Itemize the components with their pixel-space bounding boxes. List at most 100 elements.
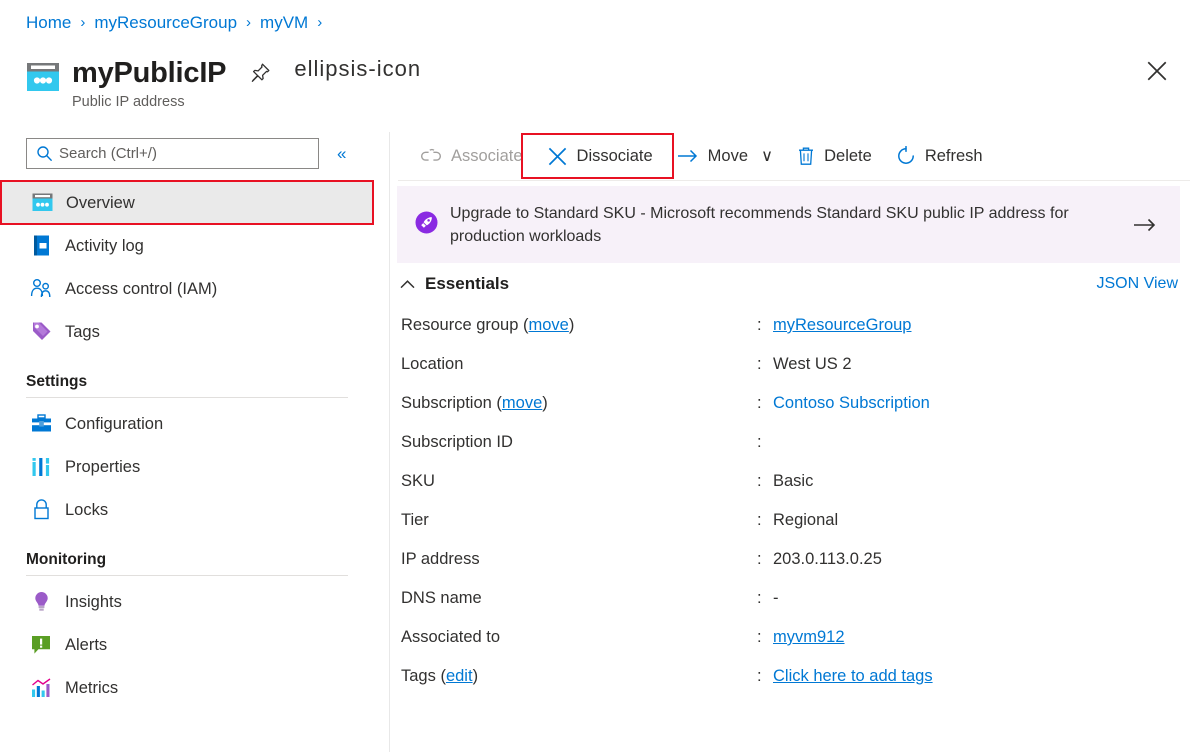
label-text: Subscription — [401, 394, 492, 412]
essentials-value: - — [773, 589, 779, 607]
sidebar-group-divider — [26, 397, 348, 398]
essentials-row: Associated to : myvm912 — [401, 626, 1181, 665]
essentials-colon: : — [757, 667, 762, 685]
sidebar-item-locks[interactable]: Locks — [0, 488, 390, 531]
essentials-value: 203.0.113.0.25 — [773, 550, 882, 568]
sidebar-item-label: Locks — [65, 500, 109, 519]
page-subtitle: Public IP address — [72, 94, 185, 110]
lock-icon — [30, 499, 52, 521]
sidebar-item-label: Activity log — [65, 236, 144, 255]
x-icon — [547, 146, 568, 167]
sidebar-item-tags[interactable]: Tags — [0, 310, 390, 353]
sidebar-item-configuration[interactable]: Configuration — [0, 402, 390, 445]
activity-log-icon — [30, 235, 52, 257]
resource-group-link[interactable]: myResourceGroup — [773, 316, 911, 334]
search-icon — [37, 146, 52, 161]
overview-icon — [31, 192, 53, 214]
dissociate-button[interactable]: Dissociate — [535, 139, 665, 173]
essentials-toggle[interactable]: Essentials — [400, 274, 509, 294]
sidebar-item-label: Access control (IAM) — [65, 279, 218, 298]
essentials-colon: : — [757, 355, 762, 373]
breadcrumb-item-resource-group[interactable]: myResourceGroup — [94, 12, 237, 34]
sidebar-item-access-control[interactable]: Access control (IAM) — [0, 267, 390, 310]
collapse-sidebar-icon[interactable]: « — [337, 145, 346, 162]
essentials-colon: : — [757, 394, 762, 412]
essentials-title: Essentials — [425, 274, 510, 293]
json-view-link[interactable]: JSON View — [1096, 275, 1180, 293]
chevron-down-icon[interactable]: ∨ — [761, 146, 773, 166]
essentials-colon: : — [757, 628, 762, 646]
ellipsis-icon[interactable]: ellipsis-icon — [294, 58, 421, 84]
search-box[interactable] — [26, 138, 319, 169]
essentials-value: Basic — [773, 472, 814, 490]
trash-icon — [797, 146, 815, 166]
link-icon — [420, 148, 442, 164]
rocket-icon — [415, 211, 438, 239]
essentials-colon: : — [757, 316, 762, 334]
essentials-value: Click here to add tags — [773, 665, 933, 687]
essentials-label: Tags (edit) — [401, 667, 479, 685]
refresh-icon — [896, 146, 916, 166]
refresh-button[interactable]: Refresh — [884, 139, 995, 173]
essentials-row: Location : West US 2 — [401, 353, 1181, 392]
sidebar-group-monitoring-label: Monitoring — [26, 551, 107, 568]
delete-button[interactable]: Delete — [785, 139, 884, 173]
dissociate-label: Dissociate — [576, 146, 653, 165]
breadcrumb-item-home[interactable]: Home — [26, 12, 71, 34]
banner-arrow-icon[interactable] — [1132, 216, 1158, 234]
sidebar-item-properties[interactable]: Properties — [0, 445, 390, 488]
delete-label: Delete — [824, 146, 872, 165]
sidebar-item-label: Properties — [65, 457, 141, 476]
properties-icon — [30, 456, 52, 478]
pin-icon[interactable] — [248, 61, 272, 85]
essentials-colon: : — [757, 472, 762, 490]
associate-label: Associate — [451, 146, 523, 165]
sidebar-item-label: Insights — [65, 592, 122, 611]
banner-text: Upgrade to Standard SKU - Microsoft reco… — [450, 204, 1069, 245]
move-link[interactable]: move — [529, 316, 569, 334]
move-label: Move — [707, 146, 749, 165]
breadcrumb-separator: › — [246, 14, 252, 31]
essentials-header: Essentials JSON View — [400, 274, 1180, 294]
associated-to-link[interactable]: myvm912 — [773, 628, 845, 646]
breadcrumb-item-vm[interactable]: myVM — [260, 12, 308, 34]
essentials-colon: : — [757, 550, 762, 568]
essentials-row: Tags (edit) : Click here to add tags — [401, 665, 1181, 704]
label-text: Tags — [401, 667, 436, 685]
sidebar-nav-list: Overview Activity log Access control (IA… — [0, 180, 390, 709]
essentials-label: Subscription (move) — [401, 394, 548, 412]
sidebar-item-alerts[interactable]: Alerts — [0, 623, 390, 666]
essentials-row: Tier : Regional — [401, 509, 1181, 548]
command-toolbar: Associate Dissociate Move ∨ Delete Refre… — [390, 132, 1200, 180]
sidebar-item-activity-log[interactable]: Activity log — [0, 224, 390, 267]
move-button[interactable]: Move ∨ — [665, 139, 785, 173]
sidebar-item-metrics[interactable]: Metrics — [0, 666, 390, 709]
breadcrumb-separator: › — [317, 14, 323, 31]
essentials-label: Resource group (move) — [401, 316, 575, 334]
move-link[interactable]: move — [502, 394, 542, 412]
essentials-label: DNS name — [401, 589, 482, 607]
sidebar-item-overview[interactable]: Overview — [0, 180, 374, 225]
alerts-icon — [30, 634, 52, 656]
upgrade-sku-banner[interactable]: Upgrade to Standard SKU - Microsoft reco… — [397, 186, 1180, 263]
search-input[interactable] — [59, 140, 289, 167]
sidebar-group-divider — [26, 575, 348, 576]
close-icon[interactable] — [1144, 58, 1170, 84]
sidebar-item-label: Metrics — [65, 678, 119, 697]
insights-bulb-icon — [30, 591, 52, 613]
essentials-value: myResourceGroup — [773, 314, 911, 336]
add-tags-link[interactable]: Click here to add tags — [773, 667, 933, 685]
main-content: Associate Dissociate Move ∨ Delete Refre… — [390, 132, 1200, 752]
essentials-row: IP address : 203.0.113.0.25 — [401, 548, 1181, 587]
subscription-link[interactable]: Contoso Subscription — [773, 394, 930, 412]
essentials-row: Resource group (move) : myResourceGroup — [401, 314, 1181, 353]
sidebar-item-insights[interactable]: Insights — [0, 580, 390, 623]
essentials-label: Associated to — [401, 628, 501, 646]
essentials-colon: : — [757, 511, 762, 529]
sidebar-group-settings-label: Settings — [26, 373, 88, 390]
edit-tags-link[interactable]: edit — [446, 667, 473, 685]
essentials-value: Regional — [773, 511, 839, 529]
essentials-row: DNS name : - — [401, 587, 1181, 626]
essentials-label: Subscription ID — [401, 433, 513, 451]
breadcrumb: Home › myResourceGroup › myVM › — [26, 12, 322, 34]
